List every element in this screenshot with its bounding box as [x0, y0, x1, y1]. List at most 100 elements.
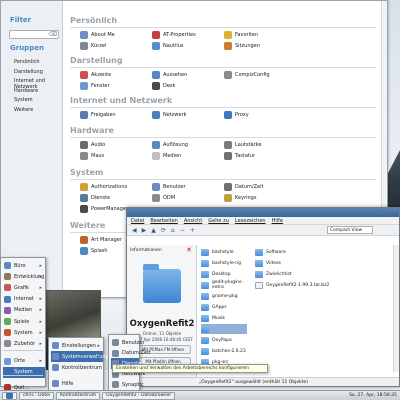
file-item[interactable]: Desktop: [201, 269, 247, 279]
file-manager-titlebar[interactable]: [127, 208, 399, 217]
submenu-item[interactable]: Hilfe: [51, 378, 103, 389]
control-center-item[interactable]: PowerManager: [80, 204, 128, 213]
control-center-item[interactable]: Akzente: [80, 70, 111, 79]
file-item[interactable]: Videos: [255, 258, 281, 268]
menu-item-system[interactable]: System ▸: [3, 366, 45, 378]
file-item[interactable]: [201, 324, 247, 334]
admin-menu-item[interactable]: Benutzer: [111, 337, 145, 348]
filter-input[interactable]: ⌫: [9, 30, 59, 39]
menu-item-medien[interactable]: Medien ▸: [3, 305, 45, 316]
file-item[interactable]: Musik: [201, 313, 247, 323]
zoom-out-icon[interactable]: −: [180, 227, 185, 234]
users-icon: [112, 339, 119, 346]
taskbar-window-button[interactable]: chris : Datei: [19, 391, 55, 400]
control-center-item[interactable]: Splash: [80, 246, 108, 255]
control-center-item[interactable]: Kürzel: [80, 41, 106, 50]
control-center-item[interactable]: Medien: [152, 151, 181, 160]
back-icon[interactable]: ◀: [132, 227, 137, 234]
submenu-item[interactable]: Einstellungen ▸: [51, 340, 103, 351]
menu-item-5[interactable]: Hilfe: [272, 218, 283, 224]
view-mode-select[interactable]: Compact View: [327, 226, 373, 234]
power-icon: [80, 204, 88, 213]
menu-button[interactable]: [2, 391, 17, 400]
close-panel-icon[interactable]: ✕: [186, 246, 192, 254]
menu-item-4[interactable]: Lesezeichen: [235, 218, 266, 224]
home-icon[interactable]: ⌂: [171, 227, 175, 234]
forward-icon[interactable]: ▶: [142, 227, 147, 234]
system-icon: [4, 329, 11, 337]
menu-item-label: Medien: [14, 307, 33, 314]
control-center-item[interactable]: Desk: [152, 81, 175, 90]
control-center-item[interactable]: Datum/Zeit: [224, 182, 263, 191]
control-center-item[interactable]: About Me: [80, 30, 115, 39]
submenu-item[interactable]: Systemverwaltung ▸: [51, 351, 109, 362]
control-center-item[interactable]: Favoriten: [224, 30, 258, 39]
menu-item-entwicklung[interactable]: Entwicklung ▸: [3, 271, 45, 282]
menu-item-orte[interactable]: Orte ▸: [3, 356, 45, 367]
sidebar-group-item[interactable]: System: [14, 97, 33, 103]
control-center-item[interactable]: AT-Properties: [152, 30, 196, 39]
control-center-item[interactable]: Netzwerk: [152, 110, 187, 119]
control-center-item[interactable]: Nautilus: [152, 41, 184, 50]
menu-item-büro[interactable]: Büro ▸: [3, 260, 45, 271]
control-center-item[interactable]: Aussehen: [152, 70, 187, 79]
file-item[interactable]: OxyPapa: [201, 335, 247, 345]
admin-menu-item[interactable]: Synaptic: [111, 379, 144, 390]
menu-item-3[interactable]: Gehe zu: [208, 218, 229, 224]
file-item[interactable]: gedit-plugins-extra: [201, 280, 247, 290]
control-center-item[interactable]: Proxy: [224, 110, 249, 119]
menu-item-internet[interactable]: Internet ▸: [3, 294, 45, 305]
admin-menu-item[interactable]: Datum/Zeit: [111, 348, 150, 359]
sidebar-group-item[interactable]: Darstellung: [14, 69, 43, 75]
control-center-item[interactable]: Maus: [80, 151, 104, 160]
menu-item-grafik[interactable]: Grafik ▸: [3, 282, 45, 293]
file-item[interactable]: bashstyle: [201, 247, 247, 257]
file-item[interactable]: batches-2.6.23: [201, 346, 247, 356]
file-manager-statusbar: „OxygenRefit2" ausgewählt (enthält 11 Ob…: [127, 377, 399, 386]
control-center-item[interactable]: Art Manager: [80, 235, 122, 244]
file-item[interactable]: gnome-pkg: [201, 291, 247, 301]
file-item[interactable]: GApps: [201, 302, 247, 312]
file-item[interactable]: Zwielichtist: [255, 269, 292, 279]
menu-item-spiele[interactable]: Spiele ▸: [3, 316, 45, 327]
info-panel-header[interactable]: Informationen: [130, 248, 162, 253]
control-center-item[interactable]: Dienste: [80, 193, 110, 202]
submenu-item-label: Kontrollzentrum: [62, 364, 102, 371]
applications-menu: Büro ▸ Entwicklung ▸ Grafik ▸ Internet ▸ Medien ▸…: [0, 257, 46, 391]
taskbar-window-button[interactable]: Kontrollzentrum: [56, 391, 101, 400]
menu-item-system[interactable]: System ▸: [3, 327, 45, 338]
proxy-icon: [224, 110, 232, 119]
file-name: Desktop: [212, 271, 231, 277]
file-name: OxyPapa: [212, 337, 232, 343]
clock[interactable]: So, 27. Apr, 18:56:35: [349, 393, 397, 398]
control-center-item[interactable]: ODM: [152, 193, 175, 202]
taskbar-window-button[interactable]: OxygenRefit2 - Dateibrowser: [102, 391, 176, 400]
control-center-item[interactable]: Sitzungen: [224, 41, 260, 50]
menu-item-2[interactable]: Ansicht: [184, 218, 202, 224]
reload-icon[interactable]: ⟳: [161, 227, 166, 234]
menu-item-zubehör[interactable]: Zubehör ▸: [3, 338, 45, 349]
control-center-item[interactable]: Tastatur: [224, 151, 255, 160]
submenu-item[interactable]: Kontrollzentrum: [51, 362, 103, 373]
control-center-item[interactable]: Benutzer: [152, 182, 186, 191]
clear-icon[interactable]: ⌫: [49, 31, 57, 38]
control-center-item[interactable]: Audio: [80, 140, 105, 149]
file-item[interactable]: OxygenRefit2-1.99.3.tar.bz2: [255, 280, 329, 290]
control-center-item[interactable]: CompizConfig: [224, 70, 270, 79]
file-list-scrollbar[interactable]: [393, 245, 399, 372]
control-center-item[interactable]: Keyrings: [224, 193, 256, 202]
menu-item-1[interactable]: Bearbeiten: [150, 218, 177, 224]
sidebar-group-item[interactable]: Weitere: [14, 107, 33, 113]
control-center-item[interactable]: Lautstärke: [224, 140, 261, 149]
control-center-item[interactable]: Fenster: [80, 81, 110, 90]
sidebar-group-item[interactable]: Hardware: [14, 88, 38, 94]
control-center-item[interactable]: Authorizations: [80, 182, 127, 191]
file-item[interactable]: Software: [255, 247, 286, 257]
up-icon[interactable]: ▲: [151, 227, 156, 234]
file-item[interactable]: bashstyle-ng: [201, 258, 247, 268]
control-center-item[interactable]: Freigaben: [80, 110, 116, 119]
zoom-in-icon[interactable]: +: [190, 227, 195, 234]
control-center-item[interactable]: Auflösung: [152, 140, 188, 149]
menu-item-0[interactable]: Datei: [131, 218, 144, 224]
sidebar-group-item[interactable]: Persönlich: [14, 59, 40, 65]
